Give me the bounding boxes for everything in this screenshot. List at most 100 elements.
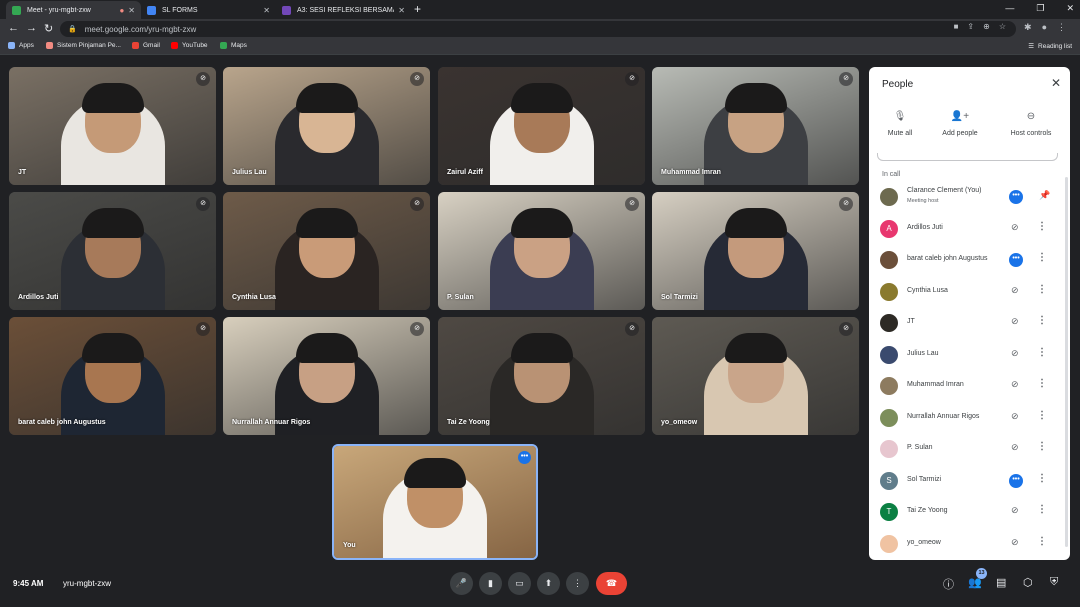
participant-row[interactable]: T Tai Ze Yoong ⊘ ⋮ (869, 498, 1059, 526)
participant-video-tile[interactable]: ⊘ Julius Lau (223, 67, 430, 185)
bookmark-maps[interactable]: Maps (220, 42, 247, 49)
leave-call-button[interactable]: ☎ (596, 572, 627, 595)
participant-row[interactable]: yo_omeow ⊘ ⋮ (869, 530, 1059, 558)
camera-button[interactable]: ▮ (479, 572, 502, 595)
camera-in-use-icon[interactable]: ■ (954, 22, 959, 31)
participant-video-tile[interactable]: ⊘ Nurrallah Annuar Rigos (223, 317, 430, 435)
activities-icon[interactable]: ⬡ (1023, 576, 1033, 589)
participant-row[interactable]: barat caleb john Augustus ••• ⋮ (869, 246, 1059, 274)
bookmark-star-icon[interactable]: ☆ (999, 22, 1006, 31)
participant-video-tile[interactable]: ⊘ barat caleb john Augustus (9, 317, 216, 435)
mic-off-icon: ⊘ (410, 72, 424, 86)
close-icon[interactable]: ✕ (1051, 76, 1061, 90)
participant-hair (295, 83, 358, 113)
participant-video-tile[interactable]: ⊘ P. Sulan (438, 192, 645, 310)
info-icon[interactable]: ⓘ (943, 576, 954, 592)
forward-icon[interactable]: → (26, 22, 37, 34)
camera-icon: ▮ (488, 578, 493, 588)
search-people-field[interactable] (877, 153, 1058, 161)
mic-off-icon: ⊘ (625, 322, 639, 336)
more-vert-icon: ⋮ (573, 578, 582, 588)
tab-meet[interactable]: Meet - yru-mgbt-zxw ● ✕ (6, 1, 141, 19)
more-options-icon[interactable]: ••• (518, 451, 531, 464)
participant-name: Sol Tarmizi (907, 475, 942, 483)
more-options-icon[interactable]: ⋮ (1037, 378, 1047, 389)
host-controls-button[interactable]: ⊖ Host controls (1000, 111, 1062, 137)
self-video-tile[interactable]: ••• You (332, 444, 538, 560)
minimize-icon[interactable]: — (1005, 3, 1014, 14)
participant-row[interactable]: Muhammad Imran ⊘ ⋮ (869, 372, 1059, 400)
more-options-icon[interactable]: ⋮ (1037, 347, 1047, 358)
close-window-icon[interactable]: ✕ (1066, 3, 1074, 14)
new-tab-button[interactable]: + (414, 2, 421, 16)
mic-icon: 🎤 (455, 578, 468, 588)
tab-label: Meet - yru-mgbt-zxw (27, 6, 91, 14)
avatar (880, 314, 898, 332)
avatar: T (880, 503, 898, 521)
participant-name: Ardillos Juti (907, 223, 943, 231)
participant-video-tile[interactable]: ⊘ Muhammad Imran (652, 67, 859, 185)
more-options-icon[interactable]: ⋮ (1037, 410, 1047, 421)
host-safety-icon[interactable]: ⛨ (1050, 576, 1058, 589)
captions-button[interactable]: ▭ (508, 572, 531, 595)
reading-list[interactable]: ☰ Reading list (1028, 42, 1072, 51)
address-bar[interactable]: 🔒 meet.google.com/yru-mgbt-zxw ■ ⇪ ⊕ ☆ (60, 21, 1016, 37)
profile-avatar[interactable]: ● (1042, 22, 1047, 33)
more-options-icon[interactable]: ⋮ (1037, 536, 1047, 547)
participant-row[interactable]: P. Sulan ⊘ ⋮ (869, 435, 1059, 463)
participant-video-tile[interactable]: ⊘ Zairul Aziff (438, 67, 645, 185)
share-icon[interactable]: ⇪ (967, 22, 974, 31)
participant-video-tile[interactable]: ⊘ JT (9, 67, 216, 185)
participant-name: Cynthia Lusa (232, 294, 276, 301)
participant-row[interactable]: Nurrallah Annuar Rigos ⊘ ⋮ (869, 404, 1059, 432)
participant-row[interactable]: S Sol Tarmizi ••• ⋮ (869, 467, 1059, 495)
recording-icon: ● (119, 5, 125, 15)
more-options-icon[interactable]: ⋮ (1037, 284, 1047, 295)
bookmark-apps[interactable]: Apps (8, 42, 34, 49)
participant-video-tile[interactable]: ⊘ Tai Ze Yoong (438, 317, 645, 435)
participant-name: Clarance Clement (You) (907, 187, 982, 194)
add-people-button[interactable]: 👤+ Add people (929, 111, 991, 137)
more-options-button[interactable]: ⋮ (566, 572, 589, 595)
more-options-icon[interactable]: ⋮ (1037, 473, 1047, 484)
reload-icon[interactable]: ↻ (44, 22, 53, 35)
pin-icon[interactable]: 📌 (1039, 190, 1050, 201)
present-button[interactable]: ⬆ (537, 572, 560, 595)
meeting-control-bar: 9:45 AM yru-mgbt-zxw 🎤 ▮ ▭ ⬆ ⋮ ☎ ⓘ 👥 13 … (0, 566, 1080, 607)
participant-video-tile[interactable]: ⊘ yo_omeow (652, 317, 859, 435)
close-icon[interactable]: ✕ (263, 6, 270, 15)
participant-name: Julius Lau (232, 169, 267, 176)
close-icon[interactable]: ✕ (398, 6, 405, 15)
more-options-icon[interactable]: ⋮ (1037, 252, 1047, 263)
more-options-icon[interactable]: ⋮ (1037, 441, 1047, 452)
participant-video-tile[interactable]: ⊘ Cynthia Lusa (223, 192, 430, 310)
bookmark-sistem[interactable]: Sistem Pinjaman Pe... (46, 42, 121, 49)
bookmark-youtube[interactable]: YouTube (171, 42, 208, 49)
participant-row[interactable]: A Ardillos Juti ⊘ ⋮ (869, 215, 1059, 243)
back-icon[interactable]: ← (8, 22, 19, 34)
more-options-icon[interactable]: ⋮ (1037, 221, 1047, 232)
participant-video-tile[interactable]: ⊘ Sol Tarmizi (652, 192, 859, 310)
menu-icon[interactable]: ⋮ (1057, 22, 1066, 33)
restore-icon[interactable]: ❐ (1036, 3, 1044, 14)
scrollbar[interactable] (1065, 177, 1068, 547)
participant-name: Ardillos Juti (18, 294, 59, 301)
zoom-icon[interactable]: ⊕ (983, 22, 990, 31)
chat-icon[interactable]: ▤ (996, 576, 1006, 589)
tab-sesi-refleksi[interactable]: A3: SESI REFLEKSI BERSAMA PEN... ✕ (276, 1, 411, 19)
participant-row[interactable]: Julius Lau ⊘ ⋮ (869, 341, 1059, 369)
extensions-icon[interactable]: ✱ (1024, 22, 1032, 33)
close-icon[interactable]: ✕ (128, 6, 135, 15)
participant-row[interactable]: JT ⊘ ⋮ (869, 309, 1059, 337)
participant-video-tile[interactable]: ⊘ Ardillos Juti (9, 192, 216, 310)
tab-label: SL FORMS (162, 6, 198, 14)
mute-all-button[interactable]: 🎙 Mute all (869, 111, 931, 137)
more-options-icon[interactable]: ⋮ (1037, 504, 1047, 515)
participant-row[interactable]: Clarance Clement (You) Meeting host ••• 📌 (869, 183, 1059, 211)
more-options-icon[interactable]: ⋮ (1037, 315, 1047, 326)
microphone-button[interactable]: 🎤 (450, 572, 473, 595)
participant-name: Tai Ze Yoong (907, 507, 948, 514)
tab-sl-forms[interactable]: SL FORMS ✕ (141, 1, 276, 19)
participant-row[interactable]: Cynthia Lusa ⊘ ⋮ (869, 278, 1059, 306)
bookmark-gmail[interactable]: Gmail (132, 42, 160, 49)
